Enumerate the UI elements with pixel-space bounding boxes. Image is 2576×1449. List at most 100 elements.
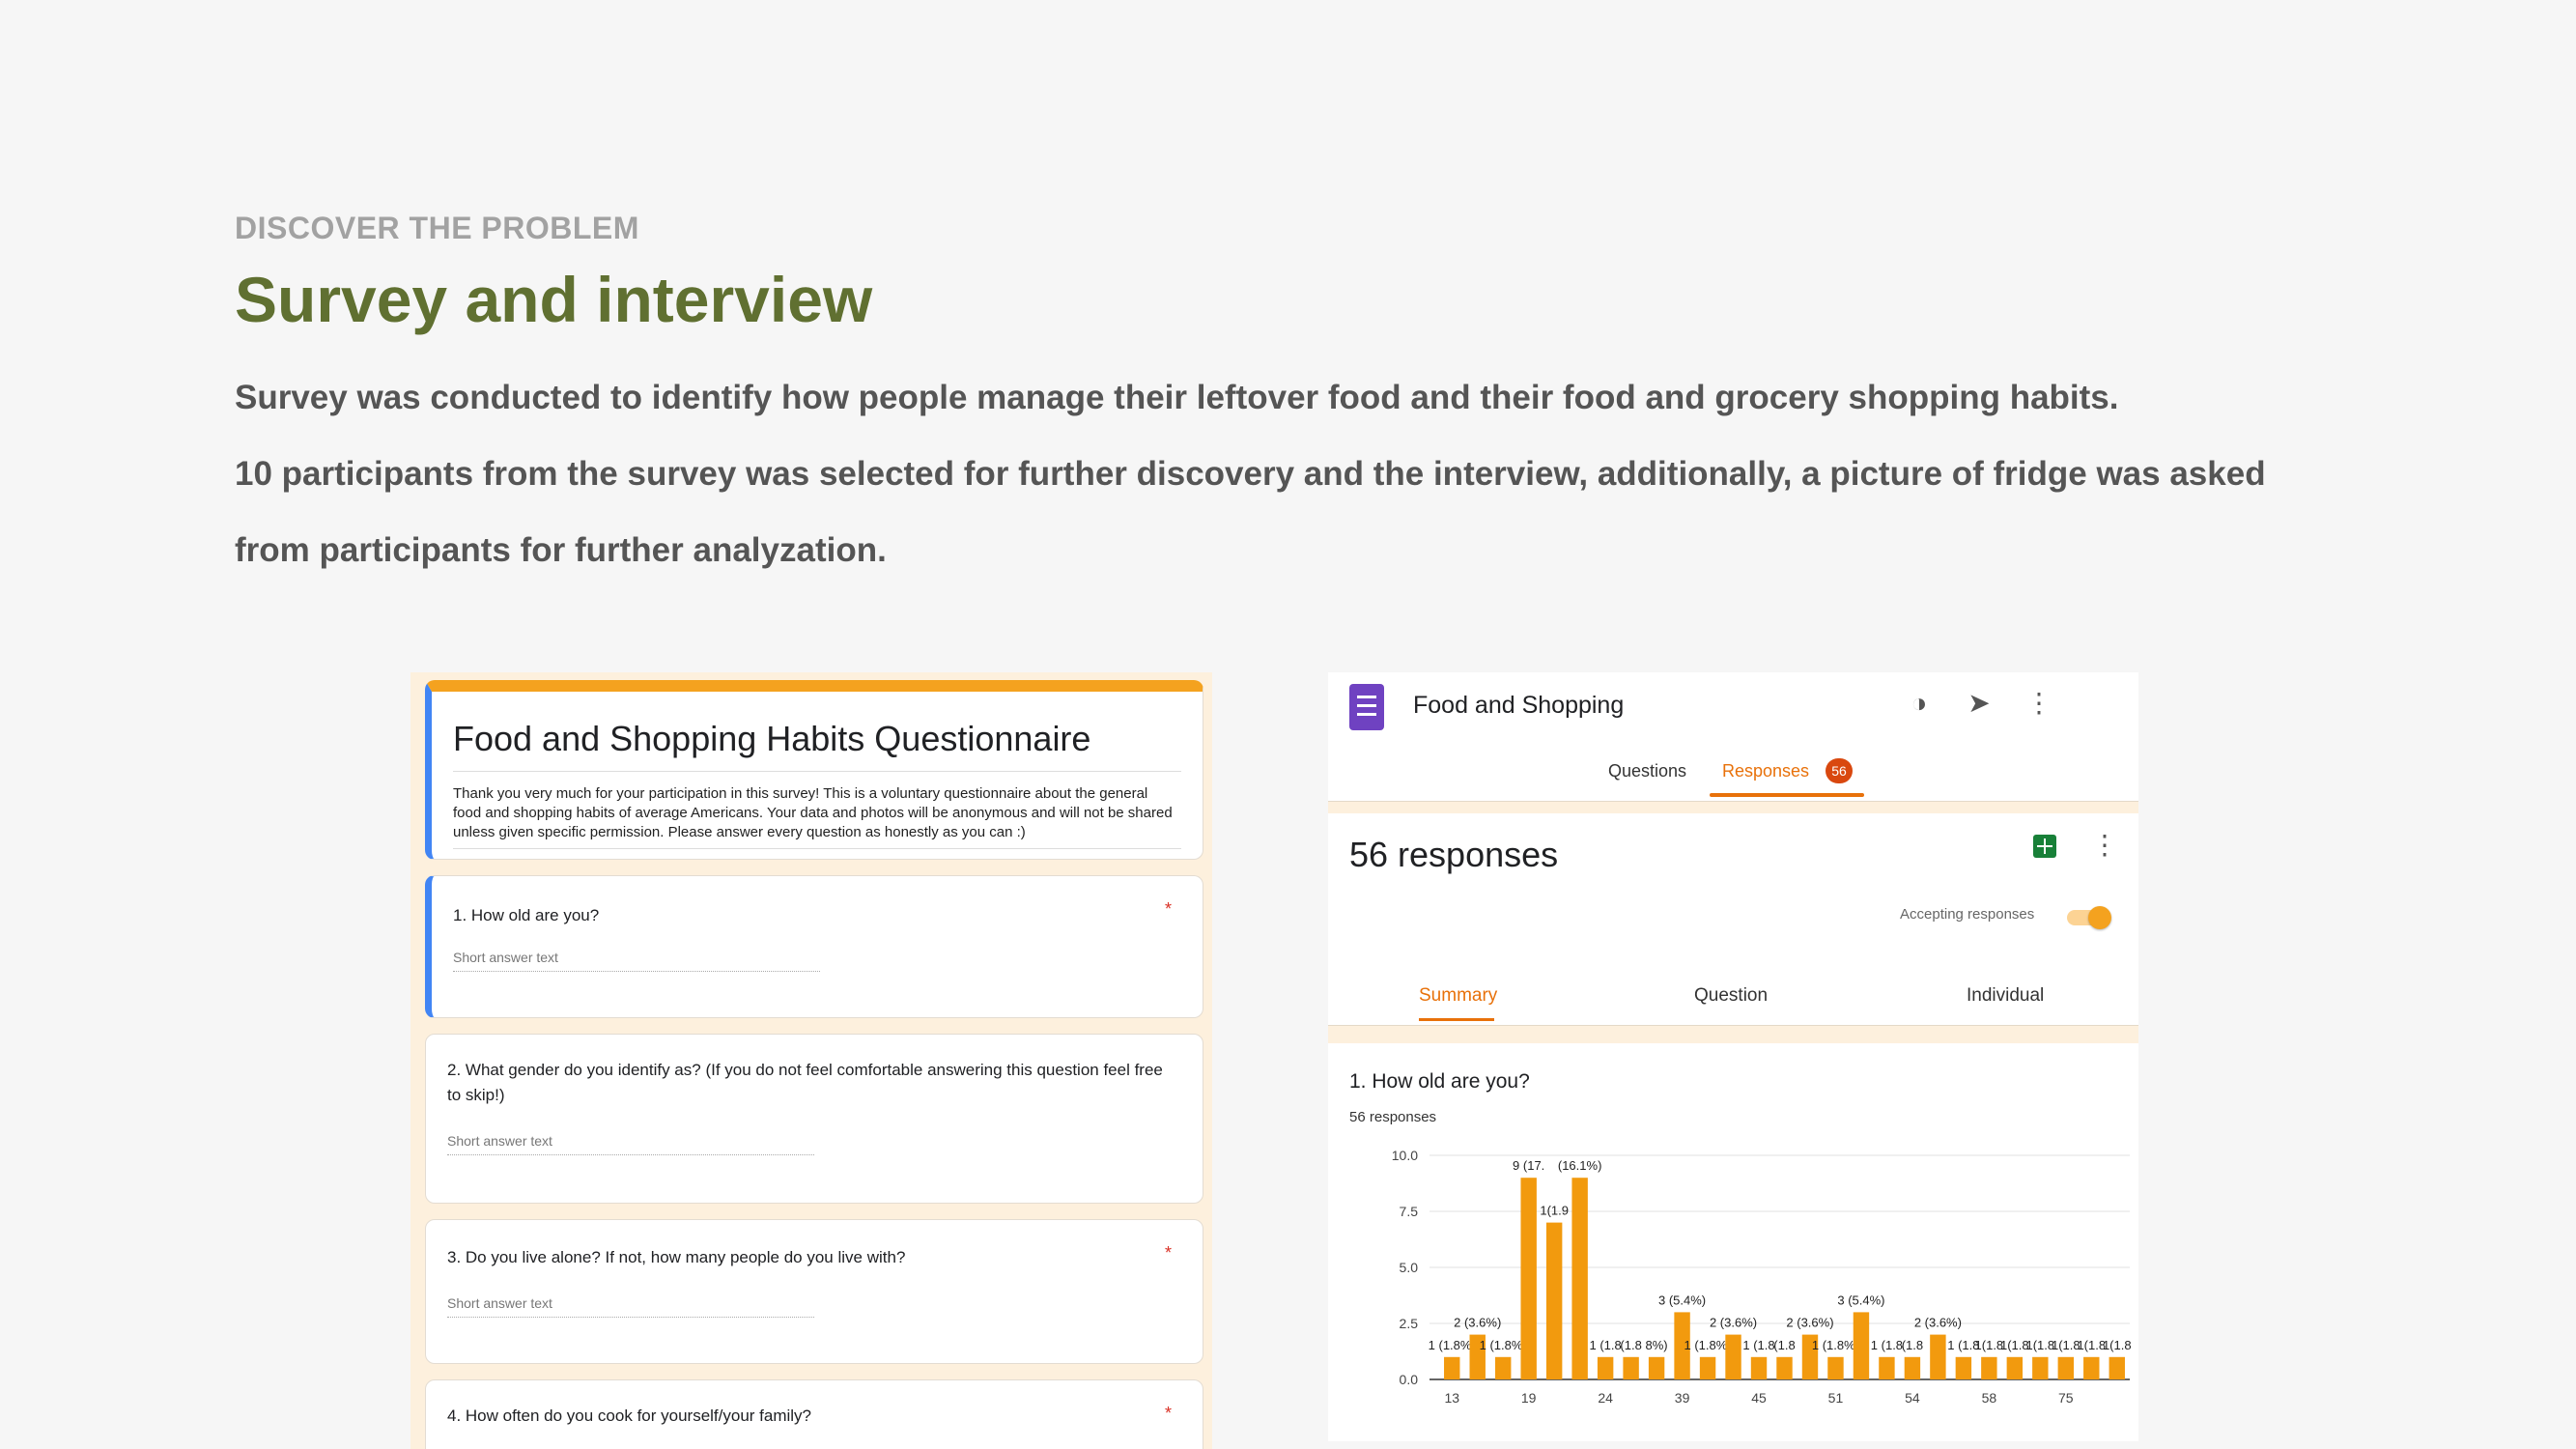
bar bbox=[1904, 1356, 1921, 1379]
bar bbox=[1879, 1356, 1895, 1379]
form-title: Food and Shopping Habits Questionnaire bbox=[453, 719, 1091, 758]
x-tick-label: 51 bbox=[1828, 1390, 1844, 1406]
data-label: 9 (17. bbox=[1513, 1158, 1544, 1173]
bar bbox=[1494, 1356, 1512, 1379]
data-label: (1.8 bbox=[1773, 1338, 1795, 1352]
bar bbox=[1725, 1334, 1741, 1379]
bar bbox=[1930, 1334, 1946, 1379]
form-name: Food and Shopping bbox=[1413, 692, 1625, 719]
data-label: 1(1.8 bbox=[2103, 1338, 2132, 1352]
responses-summary-card: 56 responses ⋮ Accepting responses Summa… bbox=[1328, 813, 2138, 1026]
required-mark: * bbox=[1164, 1404, 1172, 1423]
question-card-4[interactable]: 4. How often do you cook for yourself/yo… bbox=[425, 1379, 1203, 1449]
y-tick-label: 5.0 bbox=[1400, 1260, 1419, 1275]
data-label: 1 (1.8%) bbox=[1812, 1338, 1859, 1352]
data-label: 1 (1.8%) bbox=[1684, 1338, 1731, 1352]
x-tick-label: 39 bbox=[1675, 1390, 1690, 1406]
age-bar-chart: 0.0 2.5 5.0 7.5 10.0 1 (1.8%) 2 (3.6%) 1 (1.8%)… bbox=[1392, 1148, 2132, 1406]
data-label: 1(1.8 bbox=[2052, 1338, 2081, 1352]
divider bbox=[453, 848, 1181, 849]
data-label: 2 (3.6%) bbox=[1914, 1316, 1962, 1330]
bar bbox=[1444, 1356, 1460, 1379]
tab-questions[interactable]: Questions bbox=[1608, 761, 1686, 781]
question-summary-card: 1. How old are you? 56 responses 0.0 2.5 5… bbox=[1328, 1043, 2138, 1441]
subtab-question[interactable]: Question bbox=[1694, 985, 1768, 1007]
question-title: 1. How old are you? bbox=[1349, 1070, 1530, 1093]
subtab-individual[interactable]: Individual bbox=[1967, 985, 2044, 1007]
section-eyebrow: DISCOVER THE PROBLEM bbox=[235, 211, 639, 245]
data-label: 2 (3.6%) bbox=[1454, 1316, 1501, 1330]
bar bbox=[1981, 1356, 1997, 1379]
data-label: (16.1%) bbox=[1558, 1158, 1602, 1173]
page-title: Survey and interview bbox=[235, 264, 873, 335]
short-answer-field[interactable]: Short answer text bbox=[453, 950, 820, 972]
form-title-card: Food and Shopping Habits Questionnaire T… bbox=[425, 680, 1203, 860]
x-tick-label: 58 bbox=[1982, 1390, 1997, 1406]
question-label: 3. Do you live alone? If not, how many p… bbox=[447, 1248, 906, 1266]
data-label: 1(1.8 bbox=[2000, 1338, 2029, 1352]
sheets-icon[interactable] bbox=[2033, 835, 2056, 858]
x-tick-label: 45 bbox=[1751, 1390, 1767, 1406]
bar bbox=[1699, 1356, 1716, 1379]
x-tick-label: 54 bbox=[1905, 1390, 1920, 1406]
data-label: 1 (1.8 bbox=[1590, 1338, 1622, 1352]
y-tick-label: 7.5 bbox=[1400, 1204, 1419, 1219]
form-description: Thank you very much for your participati… bbox=[453, 785, 1173, 840]
divider bbox=[453, 771, 1181, 772]
short-answer-field[interactable]: Short answer text bbox=[447, 1295, 814, 1318]
x-tick-label: 24 bbox=[1598, 1390, 1613, 1406]
data-label: 1(1.8 bbox=[2077, 1338, 2106, 1352]
palette-icon[interactable]: ◑ bbox=[1900, 684, 1939, 723]
x-tick-label: 19 bbox=[1521, 1390, 1537, 1406]
more-vert-icon[interactable]: ⋮ bbox=[2020, 684, 2058, 723]
bar bbox=[2032, 1356, 2049, 1379]
data-label: 1 (1.8%) bbox=[1429, 1338, 1476, 1352]
responses-count-badge: 56 bbox=[1826, 758, 1853, 783]
bar bbox=[2109, 1356, 2125, 1379]
data-label: 3 (5.4%) bbox=[1837, 1293, 1884, 1307]
bar bbox=[1597, 1356, 1614, 1379]
short-answer-field[interactable]: Short answer text bbox=[447, 1133, 814, 1155]
data-label: 1(1.8 bbox=[1975, 1338, 2004, 1352]
data-label: 2 (3.6%) bbox=[1786, 1316, 1833, 1330]
question-card-2[interactable]: 2. What gender do you identify as? (If y… bbox=[425, 1034, 1203, 1204]
bar bbox=[2057, 1356, 2075, 1379]
form-app-bar: Food and Shopping ◑ ➤ ⋮ Questions Respon… bbox=[1328, 672, 2138, 802]
bar bbox=[1853, 1312, 1870, 1379]
bar bbox=[1827, 1356, 1844, 1379]
y-tick-label: 2.5 bbox=[1400, 1316, 1419, 1331]
y-tick-label: 0.0 bbox=[1400, 1372, 1419, 1387]
bar bbox=[1648, 1356, 1665, 1379]
more-vert-icon[interactable]: ⋮ bbox=[2091, 829, 2118, 861]
bar bbox=[1545, 1222, 1563, 1379]
form-icon bbox=[1349, 684, 1384, 730]
required-mark: * bbox=[1164, 899, 1172, 919]
data-label: 1 (1.8%) bbox=[1480, 1338, 1527, 1352]
bar bbox=[2006, 1356, 2024, 1379]
data-label: (1.8 bbox=[1902, 1338, 1923, 1352]
question-label: 4. How often do you cook for yourself/yo… bbox=[447, 1406, 812, 1425]
question-label: 1. How old are you? bbox=[453, 906, 600, 924]
question-card-3[interactable]: 3. Do you live alone? If not, how many p… bbox=[425, 1219, 1203, 1364]
tab-responses[interactable]: Responses bbox=[1722, 761, 1809, 781]
bar bbox=[1955, 1356, 1972, 1379]
question-card-1[interactable]: 1. How old are you? * Short answer text bbox=[425, 875, 1203, 1018]
send-icon[interactable]: ➤ bbox=[1960, 684, 1998, 723]
subtab-summary[interactable]: Summary bbox=[1419, 985, 1497, 1007]
x-tick-label: 13 bbox=[1444, 1390, 1459, 1406]
x-tick-label: 75 bbox=[2058, 1390, 2074, 1406]
intro-line-2: 10 participants from the survey was sele… bbox=[235, 455, 2266, 493]
data-label: 3 (5.4%) bbox=[1658, 1293, 1706, 1307]
bar bbox=[1623, 1356, 1639, 1379]
question-label: 2. What gender do you identify as? (If y… bbox=[447, 1061, 1163, 1104]
data-label: (1.8 bbox=[1620, 1338, 1641, 1352]
data-label: 1(1.9 bbox=[1540, 1204, 1569, 1218]
bar bbox=[1520, 1178, 1537, 1379]
data-label: 1 (1.8 bbox=[1871, 1338, 1903, 1352]
y-tick-label: 10.0 bbox=[1392, 1148, 1418, 1163]
responses-screenshot: Food and Shopping ◑ ➤ ⋮ Questions Respon… bbox=[1328, 672, 2138, 1441]
bar bbox=[1571, 1178, 1588, 1379]
bar bbox=[1776, 1356, 1793, 1379]
bar bbox=[2083, 1356, 2100, 1379]
accepting-toggle-knob[interactable] bbox=[2088, 906, 2111, 929]
